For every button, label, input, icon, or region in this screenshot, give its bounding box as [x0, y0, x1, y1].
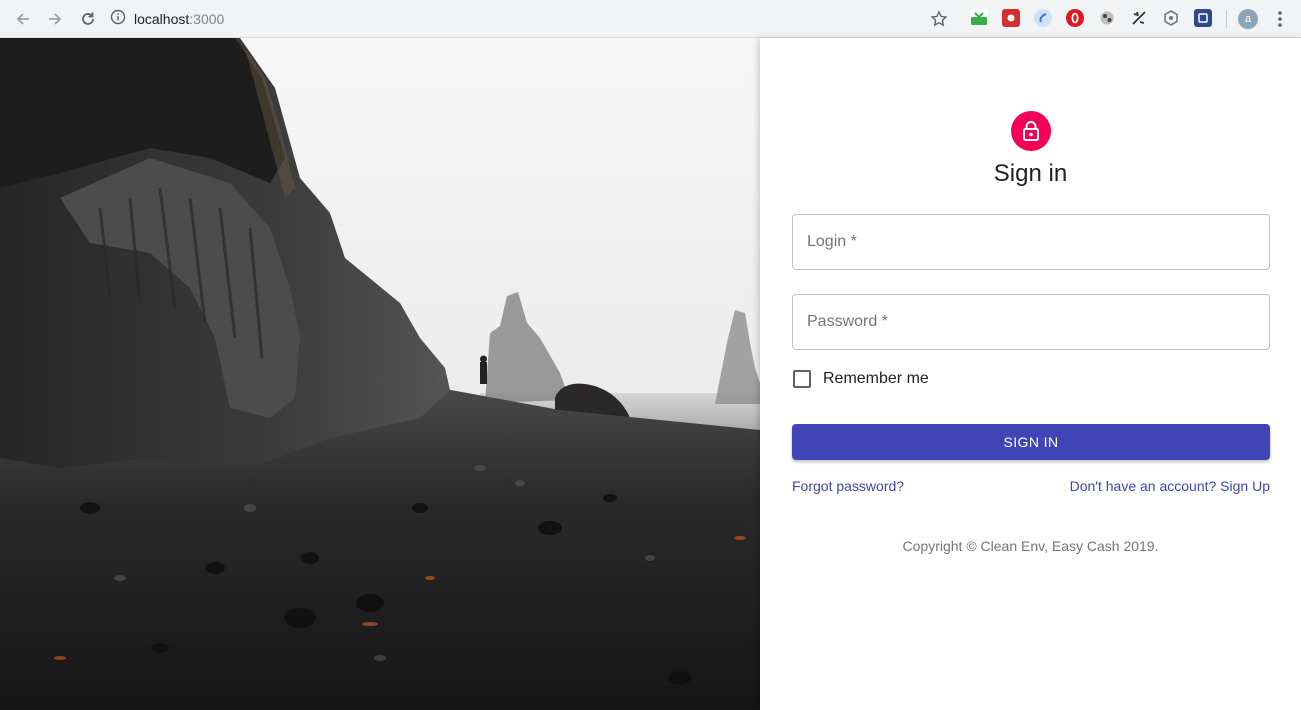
back-icon[interactable]: [11, 7, 35, 31]
signin-panel: Sign in Login * Password * Remember me S…: [760, 38, 1301, 710]
url-port: :3000: [189, 11, 225, 27]
forgot-password-link[interactable]: Forgot password?: [792, 478, 904, 494]
forward-icon[interactable]: [43, 7, 67, 31]
profile-avatar[interactable]: a: [1238, 9, 1258, 29]
remember-me-control[interactable]: Remember me: [792, 367, 929, 391]
login-field[interactable]: Login *: [792, 214, 1270, 270]
site-info-icon[interactable]: [110, 9, 126, 30]
remember-me-label[interactable]: Remember me: [823, 370, 929, 388]
background-photo: [0, 38, 760, 710]
reload-icon[interactable]: [76, 7, 100, 31]
password-field[interactable]: Password *: [792, 294, 1270, 350]
extension-puzzle-icon[interactable]: [1098, 9, 1116, 27]
extension-red-square-icon[interactable]: [1002, 9, 1020, 27]
password-input[interactable]: [793, 295, 1269, 349]
remember-me-checkbox[interactable]: [793, 370, 811, 388]
extension-tool-icon[interactable]: [1130, 9, 1148, 27]
bookmark-star-icon[interactable]: [927, 7, 951, 31]
browser-toolbar: localhost:3000 a: [0, 0, 1301, 38]
extension-opera-icon[interactable]: [1066, 9, 1084, 27]
signin-button[interactable]: SIGN IN: [792, 424, 1270, 460]
signin-title: Sign in: [993, 160, 1068, 187]
extension-square-icon[interactable]: [1194, 9, 1212, 27]
url-host: localhost: [134, 11, 190, 27]
toolbar-separator: [1226, 10, 1227, 28]
extension-blue-circle-icon[interactable]: [1034, 9, 1052, 27]
extension-tray-icon[interactable]: [970, 9, 988, 27]
login-input[interactable]: [793, 215, 1269, 269]
signup-link[interactable]: Don't have an account? Sign Up: [1070, 478, 1270, 494]
copyright-text: Copyright © Clean Env, Easy Cash 2019.: [902, 538, 1159, 554]
extension-hexagon-icon[interactable]: [1162, 9, 1180, 27]
browser-menu-icon[interactable]: [1272, 9, 1288, 29]
address-bar[interactable]: localhost:3000: [110, 6, 910, 32]
lock-icon: [1011, 111, 1051, 151]
